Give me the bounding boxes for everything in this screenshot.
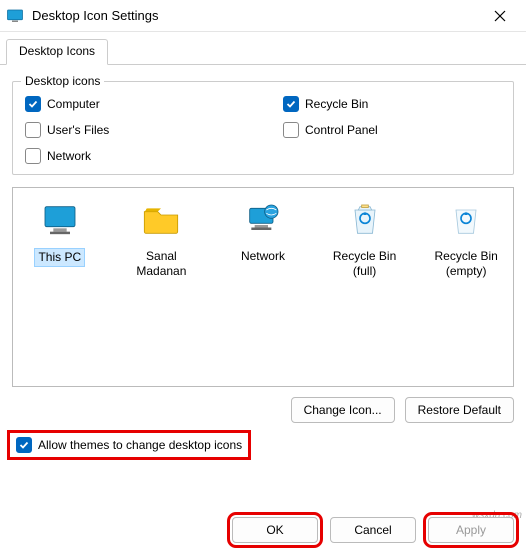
recycle-bin-empty-icon	[442, 196, 490, 244]
tab-strip: Desktop Icons	[0, 32, 526, 65]
icon-label: Network	[238, 248, 288, 265]
cancel-button[interactable]: Cancel	[330, 517, 416, 543]
apply-button[interactable]: Apply	[428, 517, 514, 543]
change-icon-button[interactable]: Change Icon...	[291, 397, 395, 423]
close-button[interactable]	[480, 0, 520, 32]
checkbox-computer[interactable]: Computer	[25, 96, 243, 112]
icon-label: Sanal Madanan	[123, 248, 201, 280]
icon-list-panel[interactable]: This PC Sanal Madanan	[12, 187, 514, 387]
monitor-icon	[36, 196, 84, 244]
checkmark-icon	[286, 99, 296, 109]
network-icon	[239, 196, 287, 244]
recycle-bin-full-icon	[341, 196, 389, 244]
icon-label: Recycle Bin (empty)	[427, 248, 505, 280]
close-icon	[494, 10, 506, 22]
checkbox-users-files[interactable]: User's Files	[25, 122, 243, 138]
dialog-footer: OK Cancel Apply	[0, 517, 526, 543]
checkbox-box	[25, 122, 41, 138]
checkbox-label: Network	[47, 149, 91, 163]
checkbox-box	[25, 148, 41, 164]
checkbox-box	[283, 96, 299, 112]
checkmark-icon	[19, 440, 29, 450]
ok-button[interactable]: OK	[232, 517, 318, 543]
checkmark-icon	[28, 99, 38, 109]
checkbox-label: Control Panel	[305, 123, 378, 137]
title-bar: Desktop Icon Settings	[0, 0, 526, 32]
window-title: Desktop Icon Settings	[32, 8, 480, 23]
icon-network[interactable]: Network	[224, 196, 302, 265]
allow-themes-checkbox[interactable]: Allow themes to change desktop icons	[12, 435, 246, 455]
checkbox-control-panel[interactable]: Control Panel	[283, 122, 501, 138]
content-area: Desktop icons Computer Recycle Bin User'…	[0, 65, 526, 465]
checkbox-recycle-bin[interactable]: Recycle Bin	[283, 96, 501, 112]
tab-desktop-icons[interactable]: Desktop Icons	[6, 39, 108, 65]
icon-label: Recycle Bin (full)	[326, 248, 404, 280]
checkbox-box	[283, 122, 299, 138]
allow-themes-label: Allow themes to change desktop icons	[38, 438, 242, 452]
folder-icon	[137, 196, 185, 244]
icon-buttons-row: Change Icon... Restore Default	[12, 397, 514, 423]
icon-user-folder[interactable]: Sanal Madanan	[123, 196, 201, 280]
checkbox-label: Recycle Bin	[305, 97, 368, 111]
app-icon	[6, 7, 24, 25]
checkbox-box	[16, 437, 32, 453]
checkbox-label: User's Files	[47, 123, 109, 137]
restore-default-button[interactable]: Restore Default	[405, 397, 514, 423]
icon-recycle-bin-empty[interactable]: Recycle Bin (empty)	[427, 196, 505, 280]
desktop-icons-group: Desktop icons Computer Recycle Bin User'…	[12, 81, 514, 175]
checkbox-network[interactable]: Network	[25, 148, 243, 164]
group-legend: Desktop icons	[21, 74, 104, 88]
icon-this-pc[interactable]: This PC	[21, 196, 99, 267]
checkbox-box	[25, 96, 41, 112]
checkbox-label: Computer	[47, 97, 100, 111]
icon-label: This PC	[34, 248, 85, 267]
icon-recycle-bin-full[interactable]: Recycle Bin (full)	[326, 196, 404, 280]
